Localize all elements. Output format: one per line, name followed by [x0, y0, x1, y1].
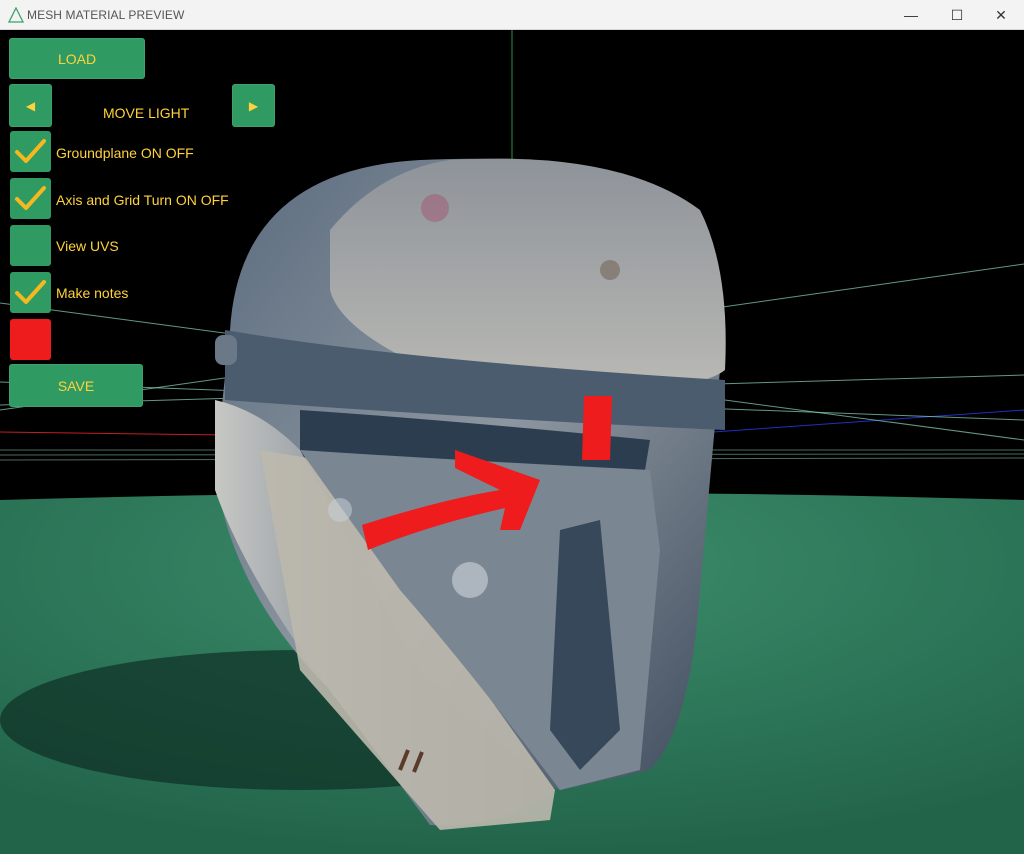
close-button[interactable]: ✕ — [978, 0, 1024, 30]
3d-viewport[interactable]: LOAD ◀ MOVE LIGHT ▶ Groundplane ON OFF A… — [0, 30, 1024, 854]
load-button[interactable]: LOAD — [9, 38, 145, 79]
checkmark-icon — [15, 139, 46, 163]
checkmark-icon — [15, 186, 46, 210]
move-light-prev-button[interactable]: ◀ — [9, 84, 52, 127]
axis-grid-label: Axis and Grid Turn ON OFF — [56, 192, 229, 208]
note-color-swatch[interactable] — [10, 319, 51, 360]
load-label: LOAD — [57, 50, 97, 67]
minimize-button[interactable]: — — [888, 0, 934, 30]
left-arrow-icon: ◀ — [25, 98, 36, 113]
view-uvs-label: View UVS — [56, 238, 119, 254]
checkmark-icon — [15, 280, 46, 304]
axis-grid-checkbox[interactable] — [10, 178, 51, 219]
maximize-icon: ☐ — [950, 6, 964, 23]
make-notes-checkbox[interactable] — [10, 272, 51, 313]
move-light-label: MOVE LIGHT — [103, 105, 190, 121]
right-arrow-icon: ▶ — [248, 98, 259, 113]
make-notes-label: Make notes — [56, 285, 129, 301]
view-uvs-checkbox[interactable] — [10, 225, 51, 266]
title-bar: MESH MATERIAL PREVIEW — ☐ ✕ — [0, 0, 1024, 30]
maximize-button[interactable]: ☐ — [934, 0, 980, 30]
groundplane-checkbox[interactable] — [10, 131, 51, 172]
close-icon: ✕ — [995, 6, 1007, 23]
save-button[interactable]: SAVE — [9, 364, 143, 407]
minimize-icon: — — [904, 7, 918, 23]
save-label: SAVE — [57, 377, 95, 394]
move-light-next-button[interactable]: ▶ — [232, 84, 275, 127]
groundplane-label: Groundplane ON OFF — [56, 145, 194, 161]
window-title: MESH MATERIAL PREVIEW — [27, 8, 185, 22]
app-logo-icon — [8, 7, 24, 23]
